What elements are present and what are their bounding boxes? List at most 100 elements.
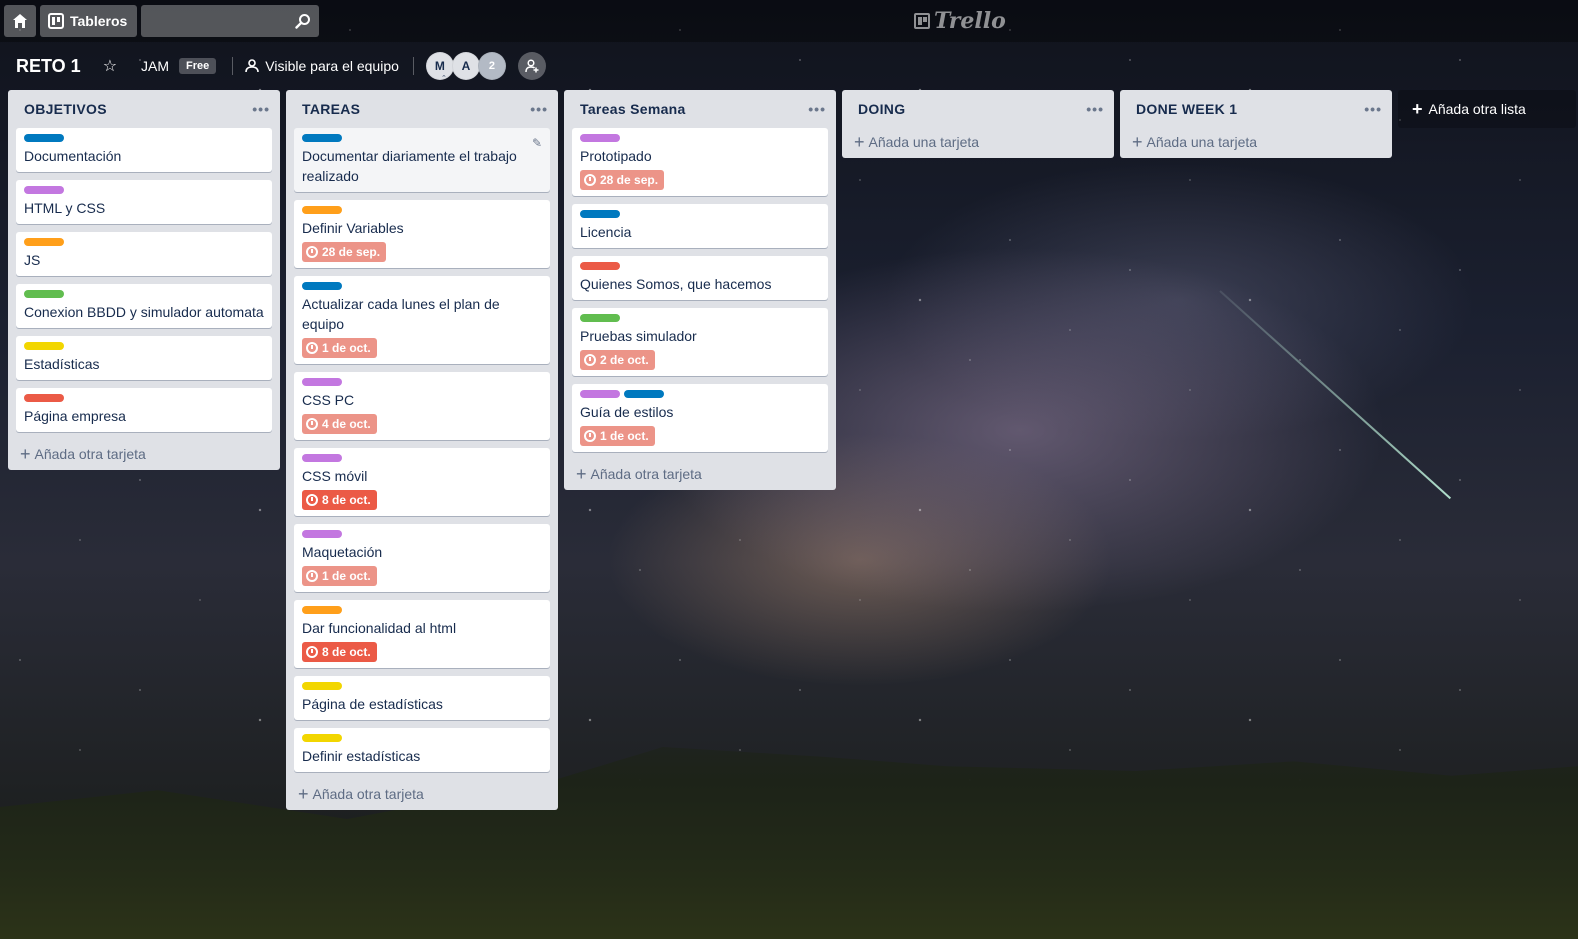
card[interactable]: Pruebas simulador 2 de oct. (572, 308, 828, 376)
search-input[interactable] (141, 5, 320, 37)
card-label-purple[interactable] (302, 530, 342, 538)
card-label-blue[interactable] (302, 282, 342, 290)
team-name: JAM (141, 58, 170, 74)
clock-icon (584, 174, 596, 186)
list-title[interactable]: DOING (858, 101, 905, 117)
card-label-green[interactable] (24, 290, 64, 298)
add-card-label: Añada otra tarjeta (34, 446, 146, 462)
list-menu-icon[interactable]: ••• (1086, 101, 1104, 117)
card-label-red[interactable] (24, 394, 64, 402)
trello-logo[interactable]: Trello (914, 8, 1006, 34)
due-date-badge[interactable]: 1 de oct. (302, 566, 377, 586)
add-list-button[interactable]: + Añada otra lista (1398, 90, 1576, 128)
card[interactable]: Documentación (16, 128, 272, 172)
trello-logo-icon (914, 13, 930, 29)
list-title[interactable]: OBJETIVOS (24, 101, 107, 117)
member-avatar[interactable]: M ⌃ (425, 52, 454, 82)
card-title: Conexion BBDD y simulador automata (24, 304, 264, 320)
due-date-badge[interactable]: 2 de oct. (580, 350, 655, 370)
card[interactable]: Página empresa (16, 388, 272, 432)
star-button[interactable]: ☆ (103, 56, 117, 76)
visibility-button[interactable]: Visible para el equipo (245, 58, 399, 74)
list-menu-icon[interactable]: ••• (530, 101, 548, 117)
card-label-red[interactable] (580, 262, 620, 270)
list-menu-icon[interactable]: ••• (808, 101, 826, 117)
member-initial: M (434, 59, 445, 73)
due-date-badge[interactable]: 1 de oct. (580, 426, 655, 446)
card-label-yellow[interactable] (302, 682, 342, 690)
card-labels (302, 206, 542, 214)
add-card-button[interactable]: + Añada otra tarjeta (16, 440, 272, 463)
due-date-text: 28 de sep. (600, 173, 659, 187)
card-label-blue[interactable] (302, 134, 342, 142)
list-title[interactable]: DONE WEEK 1 (1136, 101, 1237, 117)
card[interactable]: Definir Variables 28 de sep. (294, 200, 550, 268)
card-label-purple[interactable] (580, 390, 620, 398)
due-date-badge[interactable]: 1 de oct. (302, 338, 377, 358)
card[interactable]: JS (16, 232, 272, 276)
card-label-purple[interactable] (580, 134, 620, 142)
list-header[interactable]: TAREAS ••• (294, 90, 550, 128)
list-menu-icon[interactable]: ••• (252, 101, 270, 117)
card[interactable]: Prototipado 28 de sep. (572, 128, 828, 196)
card[interactable]: Definir estadísticas (294, 728, 550, 772)
card-label-orange[interactable] (302, 606, 342, 614)
card-labels (24, 394, 264, 402)
home-button[interactable] (4, 5, 36, 37)
board-title[interactable]: RETO 1 (16, 56, 81, 77)
card-label-purple[interactable] (302, 454, 342, 462)
member-avatar[interactable]: A (451, 52, 480, 80)
add-card-button[interactable]: + Añada una tarjeta (1128, 128, 1384, 151)
pencil-icon[interactable]: ✎ (532, 136, 542, 150)
card-title: Quienes Somos, que hacemos (580, 276, 772, 292)
card-labels (24, 342, 264, 350)
background-meteor (1219, 290, 1452, 500)
list-title[interactable]: Tareas Semana (580, 101, 686, 117)
card-label-blue[interactable] (24, 134, 64, 142)
due-date-badge[interactable]: 8 de oct. (302, 642, 377, 662)
add-card-button[interactable]: + Añada otra tarjeta (572, 460, 828, 483)
card-label-blue[interactable] (580, 210, 620, 218)
card-label-green[interactable] (580, 314, 620, 322)
add-card-button[interactable]: + Añada otra tarjeta (294, 780, 550, 803)
list-header[interactable]: DONE WEEK 1 ••• (1128, 90, 1384, 128)
card-label-purple[interactable] (302, 378, 342, 386)
invite-member-button[interactable] (517, 52, 546, 80)
due-date-badge[interactable]: 28 de sep. (302, 242, 387, 262)
due-date-badge[interactable]: 4 de oct. (302, 414, 377, 434)
card-label-yellow[interactable] (302, 734, 342, 742)
card[interactable]: CSS PC 4 de oct. (294, 372, 550, 440)
card[interactable]: Documentar diariamente el trabajo realiz… (294, 128, 550, 192)
card[interactable]: Dar funcionalidad al html 8 de oct. (294, 600, 550, 668)
card[interactable]: Página de estadísticas (294, 676, 550, 720)
add-card-button[interactable]: + Añada una tarjeta (850, 128, 1106, 151)
card[interactable]: Maquetación 1 de oct. (294, 524, 550, 592)
card[interactable]: Actualizar cada lunes el plan de equipo 1… (294, 276, 550, 364)
list: OBJETIVOS ••• Documentación HTML y CSS JS Con… (8, 90, 280, 470)
card-title: Definir estadísticas (302, 748, 421, 764)
card-label-orange[interactable] (24, 238, 64, 246)
card[interactable]: Guía de estilos 1 de oct. (572, 384, 828, 452)
list-menu-icon[interactable]: ••• (1364, 101, 1382, 117)
boards-button[interactable]: Tableros (40, 5, 138, 37)
card-label-blue[interactable] (624, 390, 664, 398)
card[interactable]: Licencia (572, 204, 828, 248)
due-date-badge[interactable]: 28 de sep. (580, 170, 665, 190)
team-button[interactable]: JAM Free (141, 58, 217, 74)
card[interactable]: Estadísticas (16, 336, 272, 380)
list-header[interactable]: OBJETIVOS ••• (16, 90, 272, 128)
list-header[interactable]: DOING ••• (850, 90, 1106, 128)
card-label-purple[interactable] (24, 186, 64, 194)
card[interactable]: Conexion BBDD y simulador automata (16, 284, 272, 328)
card[interactable]: CSS móvil 8 de oct. (294, 448, 550, 516)
plus-icon: + (1412, 98, 1423, 119)
due-date-badge[interactable]: 8 de oct. (302, 490, 377, 510)
list-header[interactable]: Tareas Semana ••• (572, 90, 828, 128)
member-count-badge[interactable]: 2 (477, 52, 506, 80)
card[interactable]: Quienes Somos, que hacemos (572, 256, 828, 300)
add-card-label: Añada una tarjeta (1146, 134, 1258, 150)
card-label-orange[interactable] (302, 206, 342, 214)
card-label-yellow[interactable] (24, 342, 64, 350)
card[interactable]: HTML y CSS (16, 180, 272, 224)
list-title[interactable]: TAREAS (302, 101, 360, 117)
